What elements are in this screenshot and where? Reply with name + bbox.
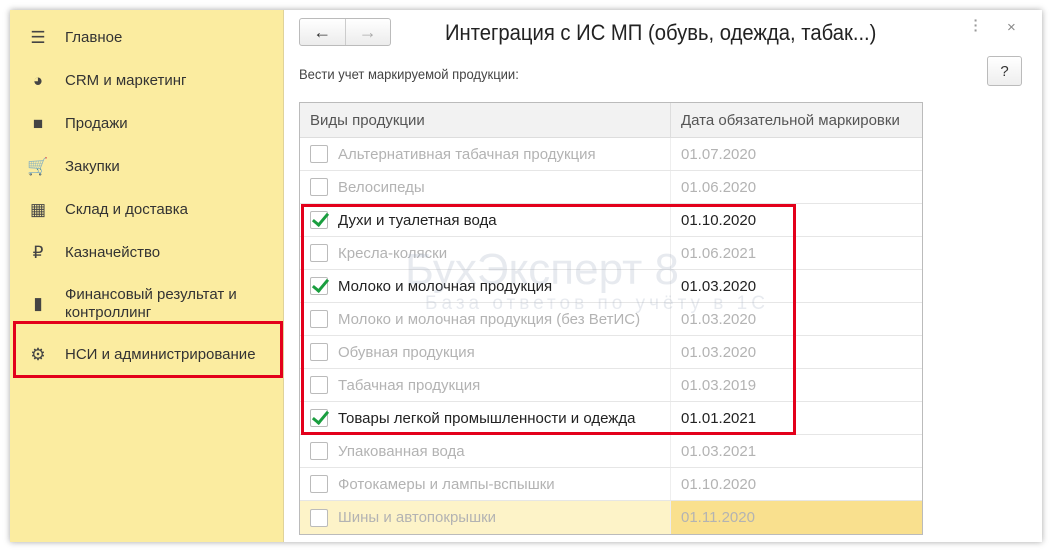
sidebar-item-4[interactable]: ▦ Склад и доставка [10,200,284,220]
page-title: Интеграция с ИС МП (обувь, одежда, табак… [445,20,877,45]
sidebar-item-label: Склад и доставка [65,201,188,218]
product-cell: Шины и автопокрышки [300,501,671,534]
date-cell: 01.06.2020 [681,178,757,196]
menu-icon: ☰ [30,28,46,47]
sidebar-item-3[interactable]: 🛒 Закупки [10,157,284,177]
history-nav: ← → [299,18,391,46]
sidebar-item-label: Продажи [65,115,128,132]
ruble-icon: ₽ [32,243,44,262]
product-name: Шины и автопокрышки [338,509,497,526]
sidebar-item-5[interactable]: ₽ Казначейство [10,243,284,263]
product-checkbox[interactable] [310,475,328,493]
table-row[interactable]: Альтернативная табачная продукция 01.07.2… [300,138,922,171]
date-cell: 01.07.2020 [681,145,757,163]
form-label: Вести учет маркируемой продукции: [299,66,519,82]
table-row[interactable]: Шины и автопокрышки 01.11.2020 [300,501,922,534]
product-checkbox[interactable] [310,145,328,163]
product-checkbox[interactable] [310,508,328,527]
product-name: Фотокамеры и лампы-вспышки [338,475,555,493]
cart-icon: 🛒 [27,157,49,176]
product-cell: Велосипеды [300,171,671,203]
product-name: Упакованная вода [338,442,465,460]
date-cell: 01.10.2020 [681,475,757,493]
sidebar-item-label: CRM и маркетинг [65,72,187,89]
sidebar: ☰ Главное ◕ CRM и маркетинг ■ Продажи 🛒 Закупки… [10,10,284,542]
more-icon[interactable]: · · · [973,13,979,37]
sidebar-item-label: Главное [65,29,123,46]
sidebar-item-6[interactable]: ▮ Финансовый результат и контроллинг [10,284,284,324]
close-button[interactable]: × [1007,19,1016,36]
product-name: Велосипеды [338,178,425,196]
sidebar-item-label: Казначейство [65,244,161,261]
product-name: Альтернативная табачная продукция [338,145,596,163]
sidebar-item-label: Закупки [65,158,120,175]
shopping-bag-icon: ■ [32,114,44,133]
sidebar-item-label: Финансовый результат и контроллинг [65,286,237,321]
pie-chart-icon: ◕ [32,71,44,90]
sidebar-item-0[interactable]: ☰ Главное [10,28,284,48]
table-row[interactable]: Упакованная вода 01.03.2021 [300,435,922,468]
date-cell: 01.11.2020 [671,501,922,534]
table-row[interactable]: Велосипеды 01.06.2020 [300,171,922,204]
warehouse-icon: ▦ [29,200,47,219]
forward-button[interactable]: → [346,19,391,45]
table-header: Виды продукции Дата обязательной маркиро… [300,103,922,138]
sidebar-item-2[interactable]: ■ Продажи [10,114,284,134]
sidebar-item-1[interactable]: ◕ CRM и маркетинг [10,71,284,91]
back-button[interactable]: ← [300,19,346,45]
help-button[interactable]: ? [987,56,1022,86]
highlight-box-table [301,204,796,435]
product-checkbox[interactable] [310,178,328,196]
product-cell: Фотокамеры и лампы-вспышки [300,468,671,500]
date-cell: 01.03.2021 [681,442,757,460]
table-row[interactable]: Фотокамеры и лампы-вспышки 01.10.2020 [300,468,922,501]
column-header-date[interactable]: Дата обязательной маркировки [671,103,922,137]
product-checkbox[interactable] [310,442,328,460]
bar-chart-icon: ▮ [33,294,43,313]
column-header-type[interactable]: Виды продукции [300,103,671,137]
product-cell: Упакованная вода [300,435,671,467]
product-cell: Альтернативная табачная продукция [300,138,671,170]
highlight-box-nav [13,321,283,378]
